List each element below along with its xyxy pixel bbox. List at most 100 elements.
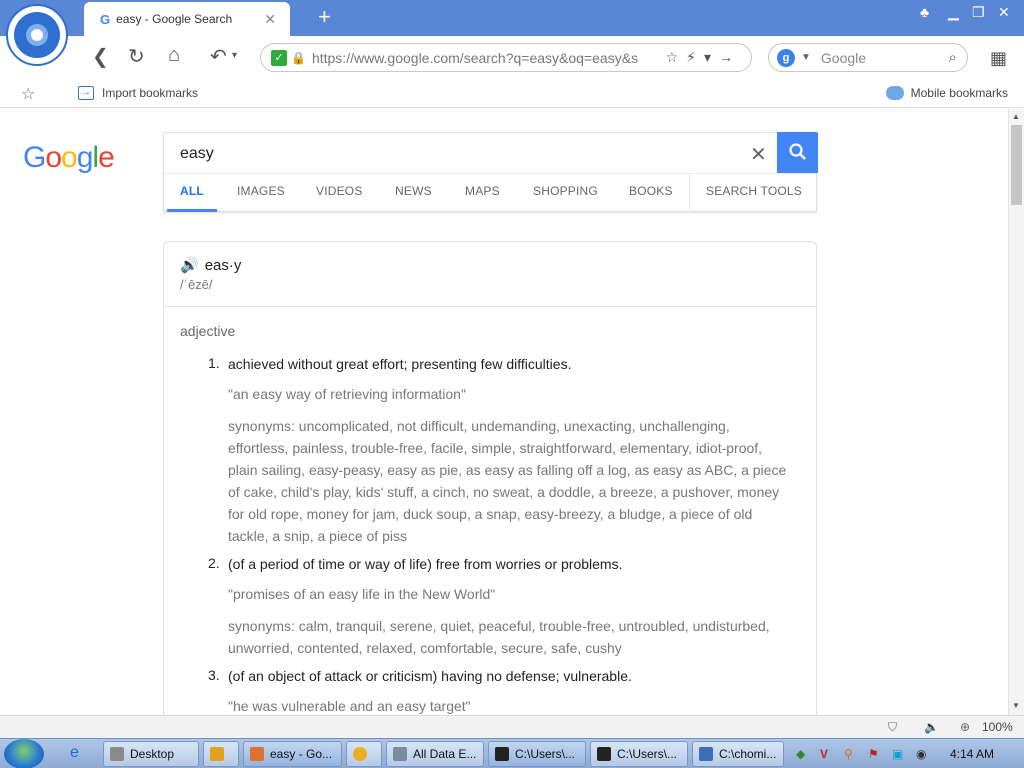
browser-icon <box>250 747 264 761</box>
sense-number: 3. <box>208 667 220 683</box>
chevron-down-icon[interactable]: ▼ <box>801 52 811 63</box>
taskbar-item-browser[interactable]: easy - Go... <box>243 741 342 767</box>
window-icon <box>393 747 407 761</box>
address-bar[interactable]: ✓ 🔒 https://www.google.com/search?q=easy… <box>260 43 752 72</box>
lock-icon: 🔒 <box>291 50 306 65</box>
taskbar-item-label: easy - Go... <box>270 747 333 761</box>
tab-books[interactable]: BOOKS <box>629 184 673 198</box>
taskbar-item-folder[interactable]: C:\chomi... <box>692 741 784 767</box>
search-input[interactable]: easy <box>180 145 214 163</box>
bookmark-star-icon[interactable]: ☆ <box>21 84 35 104</box>
taskbar-item-label: All Data E... <box>413 747 477 761</box>
start-button[interactable] <box>4 739 44 768</box>
taskbar-item-data[interactable]: All Data E... <box>386 741 484 767</box>
sense-synonyms[interactable]: synonyms: calm, tranquil, serene, quiet,… <box>228 615 788 659</box>
back-button[interactable]: ❮ <box>92 44 109 69</box>
reload-button[interactable]: ↻ <box>128 44 145 69</box>
search-engine-label: Google <box>820 49 867 66</box>
clock[interactable]: 4:14 AM <box>950 747 994 761</box>
tab-maps[interactable]: MAPS <box>465 184 500 198</box>
sense-example: "promises of an easy life in the New Wor… <box>228 586 496 602</box>
search-icon <box>788 143 806 160</box>
taskbar-item-7zip-1[interactable]: C:\Users\... <box>488 741 586 767</box>
sense-definition: (of an object of attack or criticism) ha… <box>228 668 632 684</box>
import-bookmarks-link[interactable]: → Import bookmarks <box>78 86 198 100</box>
google-logo[interactable]: Google <box>23 141 115 175</box>
browser-tab[interactable]: G easy - Google Search ✕ <box>84 2 290 36</box>
search-tabs: ALL IMAGES VIDEOS NEWS MAPS SHOPPING BOO… <box>164 174 816 212</box>
sense-2: 2. (of a period of time or way of life) … <box>208 555 788 659</box>
taskbar-item-chrome[interactable] <box>346 741 382 767</box>
tab-videos[interactable]: VIDEOS <box>316 184 363 198</box>
media-player-icon <box>210 747 224 761</box>
vertical-scrollbar[interactable]: ▲ ▼ <box>1008 109 1024 715</box>
taskbar-item-media[interactable] <box>203 741 239 767</box>
screen: G easy - Google Search ✕ + ♣ ▁ ❐ ✕ ❮ ↻ ⌂… <box>0 0 1024 768</box>
tab-news[interactable]: NEWS <box>395 184 432 198</box>
folder-window-icon <box>699 747 713 761</box>
close-tab-icon[interactable]: ✕ <box>264 11 276 28</box>
tab-title: easy - Google Search <box>116 12 233 26</box>
address-bar-actions[interactable]: ☆⚡▾→ <box>666 49 741 66</box>
browser-logo <box>6 4 68 66</box>
apps-grid-icon[interactable]: ▦ <box>990 48 1007 69</box>
cloud-icon <box>885 86 904 100</box>
shield-icon[interactable]: ⛉ <box>888 720 897 735</box>
clear-icon[interactable]: ✕ <box>750 142 767 167</box>
tab-all[interactable]: ALL <box>180 184 204 198</box>
mobile-bookmarks-link[interactable]: Mobile bookmarks <box>885 86 1008 100</box>
taskbar-item-label: C:\Users\... <box>617 747 678 761</box>
browser-search-box[interactable]: g ▼ Google ⌕ <box>768 43 968 72</box>
dictionary-card: 🔊 eas·y /ˈēzē/ adjective 1. achieved wit… <box>163 241 817 715</box>
home-button[interactable]: ⌂ <box>168 44 180 67</box>
volume-icon[interactable]: 🔈 <box>924 720 939 734</box>
scroll-up-icon[interactable]: ▲ <box>1012 112 1020 121</box>
phonetic: /ˈēzē/ <box>180 277 213 292</box>
speaker-icon[interactable]: 🔊 <box>180 256 199 274</box>
sense-example: "an easy way of retrieving information" <box>228 386 466 402</box>
search-engine-icon[interactable]: g <box>777 48 795 67</box>
display-tray-icon[interactable]: ▣ <box>892 747 903 761</box>
headword-text: eas·y <box>204 256 242 274</box>
url-text[interactable]: https://www.google.com/search?q=easy&oq=… <box>312 50 642 66</box>
zoom-level[interactable]: 100% <box>982 720 1013 734</box>
tab-shopping[interactable]: SHOPPING <box>533 184 598 198</box>
scrollbar-thumb[interactable] <box>1011 125 1022 205</box>
search-tray-icon[interactable]: ⚲ <box>844 747 853 761</box>
taskbar-item-7zip-2[interactable]: C:\Users\... <box>590 741 688 767</box>
search-icon[interactable]: ⌕ <box>949 49 957 66</box>
tab-separator <box>689 174 690 212</box>
undo-button[interactable]: ↶ <box>210 44 227 69</box>
sense-definition: (of a period of time or way of life) fre… <box>228 556 623 572</box>
scroll-down-icon[interactable]: ▼ <box>1012 701 1020 710</box>
active-tab-underline <box>167 209 217 212</box>
7zip-icon <box>495 747 509 761</box>
minimize-button[interactable]: ▁ <box>948 4 959 21</box>
divider <box>164 306 816 307</box>
new-tab-button[interactable]: + <box>318 4 331 30</box>
sense-example: "he was vulnerable and an easy target" <box>228 698 471 714</box>
restore-button[interactable]: ❐ <box>972 4 985 21</box>
antivirus-tray-icon[interactable]: V <box>820 747 828 761</box>
skin-icon[interactable]: ♣ <box>920 4 929 20</box>
search-button[interactable] <box>777 132 818 173</box>
tab-images[interactable]: IMAGES <box>237 184 285 198</box>
taskbar-item-label: Desktop <box>130 747 175 761</box>
taskbar-item-desktop[interactable]: Desktop <box>103 741 199 767</box>
search-card: easy ✕ ALL IMAGES VIDEOS NEWS MAPS SHOPP… <box>163 132 818 212</box>
sense-number: 2. <box>208 555 220 571</box>
sense-definition: achieved without great effort; presentin… <box>228 356 572 372</box>
google-logo-letter: G <box>23 141 46 174</box>
network-tray-icon[interactable]: ◆ <box>796 747 805 761</box>
speaker-tray-icon[interactable]: ◉ <box>916 747 926 761</box>
tab-search-tools[interactable]: SEARCH TOOLS <box>706 184 802 198</box>
internet-explorer-icon[interactable]: e <box>70 744 79 762</box>
flag-tray-icon[interactable]: ⚑ <box>868 747 879 761</box>
undo-dropdown-icon[interactable]: ▾ <box>232 50 237 61</box>
import-icon: → <box>78 86 94 100</box>
sense-synonyms[interactable]: synonyms: uncomplicated, not difficult, … <box>228 415 788 547</box>
close-window-button[interactable]: ✕ <box>998 4 1010 21</box>
zoom-icon[interactable]: ⊕ <box>960 720 970 734</box>
sense-number: 1. <box>208 355 220 371</box>
bookmarks-bar: ☆ → Import bookmarks Mobile bookmarks <box>0 80 1024 108</box>
